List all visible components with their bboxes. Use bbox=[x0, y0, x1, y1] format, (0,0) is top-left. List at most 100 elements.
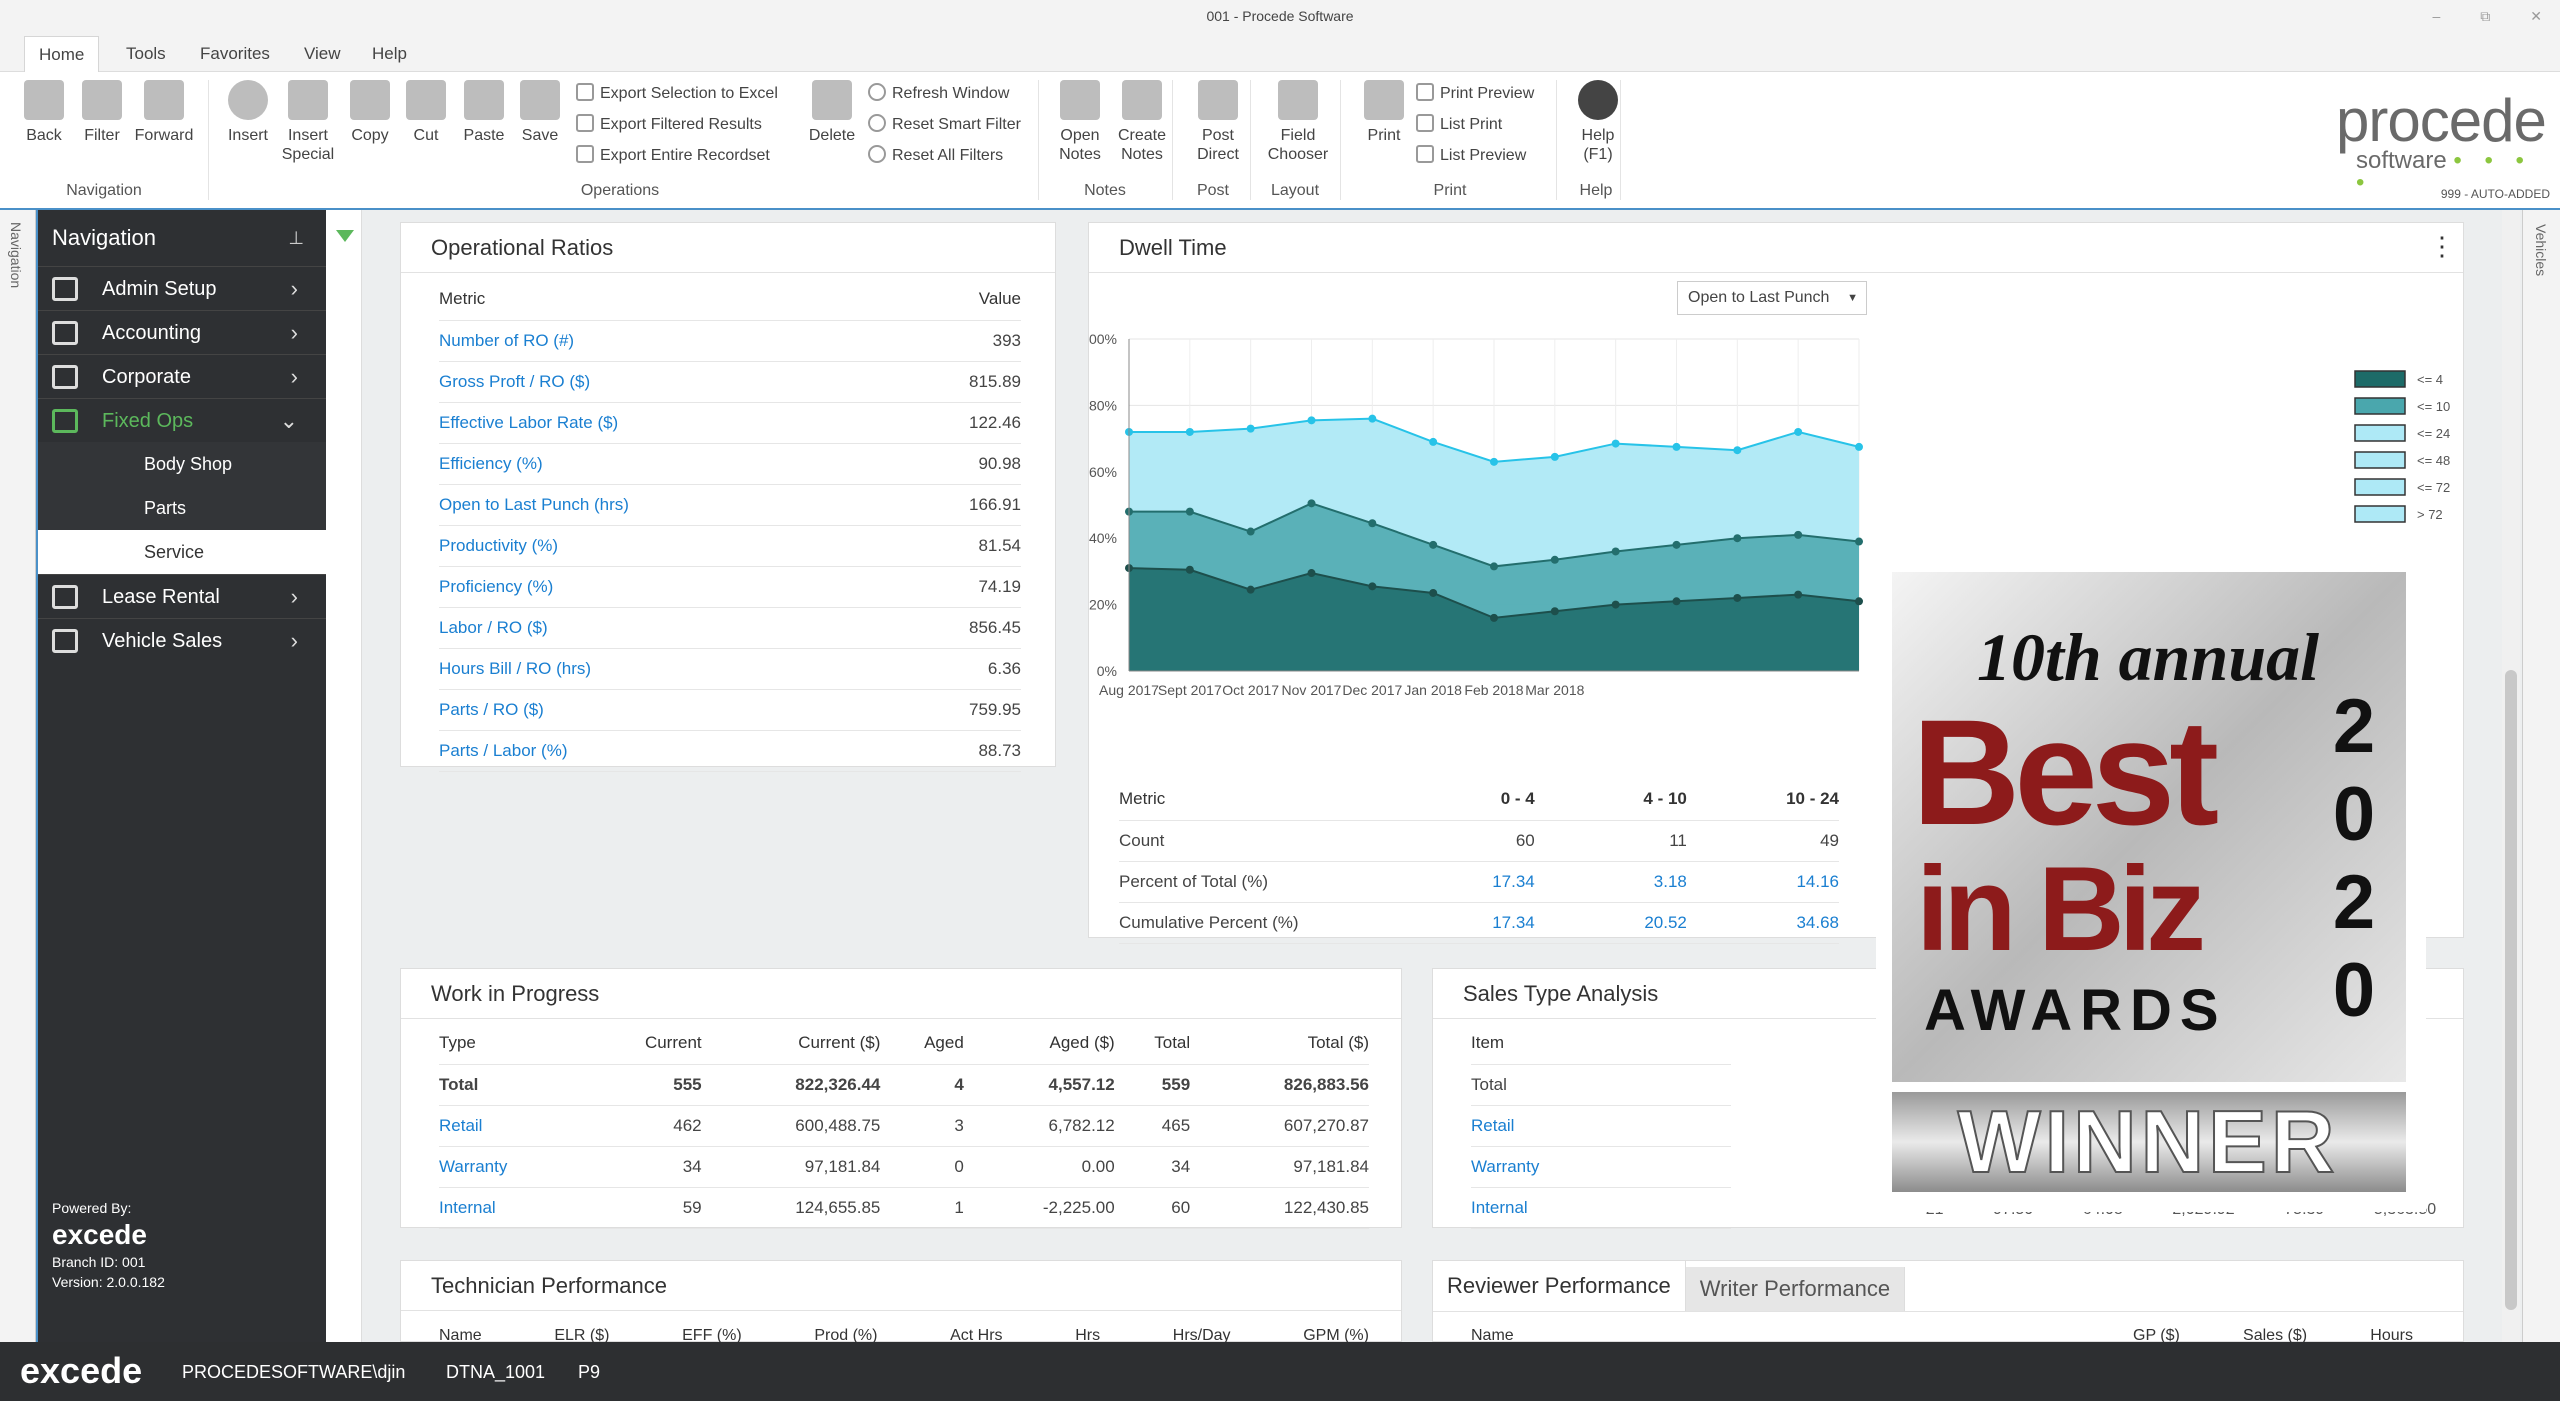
legend-label[interactable]: <= 48 bbox=[2417, 453, 2450, 468]
data-point[interactable] bbox=[1794, 427, 1803, 436]
nav-item-lease-rental[interactable]: Lease Rental › bbox=[38, 574, 326, 618]
filter-button[interactable]: Filter bbox=[78, 80, 126, 145]
data-point[interactable] bbox=[1307, 569, 1316, 578]
nav-item-vehicle-sales[interactable]: Vehicle Sales › bbox=[38, 618, 326, 662]
menu-home[interactable]: Home bbox=[24, 36, 100, 72]
menu-help[interactable]: Help bbox=[358, 36, 421, 72]
close-button[interactable]: ✕ bbox=[2530, 0, 2542, 32]
data-point[interactable] bbox=[1307, 499, 1316, 508]
main-scrollbar[interactable] bbox=[2502, 210, 2520, 1342]
data-point[interactable] bbox=[1550, 452, 1559, 461]
export-filtered-button[interactable]: Export Filtered Results bbox=[576, 111, 762, 139]
data-point[interactable] bbox=[1855, 442, 1863, 451]
reset-smart-filter-button[interactable]: Reset Smart Filter bbox=[868, 111, 1021, 139]
metric-link[interactable]: Hours Bill / RO (hrs) bbox=[439, 648, 896, 690]
data-point[interactable] bbox=[1185, 565, 1194, 574]
navigation-side-tab[interactable]: Navigation bbox=[0, 210, 36, 1342]
data-point[interactable] bbox=[1611, 439, 1620, 448]
restore-button[interactable]: ⧉ bbox=[2480, 0, 2490, 32]
legend-label[interactable]: <= 10 bbox=[2417, 399, 2450, 414]
metric-link[interactable]: Proficiency (%) bbox=[439, 566, 896, 608]
data-point[interactable] bbox=[1855, 537, 1863, 546]
data-point[interactable] bbox=[1672, 442, 1681, 451]
more-options-icon[interactable]: ⋮ bbox=[2429, 231, 2455, 262]
data-point[interactable] bbox=[1733, 446, 1742, 455]
data-point[interactable] bbox=[1550, 555, 1559, 564]
menu-view[interactable]: View bbox=[290, 36, 355, 72]
nav-item-accounting[interactable]: Accounting › bbox=[38, 310, 326, 354]
data-point[interactable] bbox=[1246, 424, 1255, 433]
export-recordset-button[interactable]: Export Entire Recordset bbox=[576, 142, 770, 170]
cell[interactable]: 17.34 bbox=[1382, 861, 1535, 903]
metric-link[interactable]: Labor / RO ($) bbox=[439, 607, 896, 649]
data-point[interactable] bbox=[1794, 590, 1803, 599]
data-point[interactable] bbox=[1490, 457, 1498, 466]
data-point[interactable] bbox=[1307, 416, 1316, 425]
nav-item-admin-setup[interactable]: Admin Setup › bbox=[38, 266, 326, 310]
export-selection-button[interactable]: Export Selection to Excel bbox=[576, 80, 778, 108]
data-point[interactable] bbox=[1672, 540, 1681, 549]
data-point[interactable] bbox=[1246, 527, 1255, 536]
row-label[interactable]: Warranty bbox=[1471, 1146, 1731, 1188]
metric-link[interactable]: Gross Proft / RO ($) bbox=[439, 361, 896, 403]
delete-button[interactable]: Delete bbox=[808, 80, 856, 145]
menu-tools[interactable]: Tools bbox=[112, 36, 180, 72]
save-button[interactable]: Save bbox=[516, 80, 564, 145]
data-point[interactable] bbox=[1794, 530, 1803, 539]
data-point[interactable] bbox=[1550, 607, 1559, 616]
metric-link[interactable]: Efficiency (%) bbox=[439, 443, 896, 485]
print-button[interactable]: Print bbox=[1360, 80, 1408, 145]
create-notes-button[interactable]: Create Notes bbox=[1118, 80, 1166, 164]
metric-link[interactable]: Open to Last Punch (hrs) bbox=[439, 484, 896, 526]
data-point[interactable] bbox=[1611, 547, 1620, 556]
list-print-button[interactable]: List Print bbox=[1416, 111, 1502, 139]
data-point[interactable] bbox=[1733, 593, 1742, 602]
tab-writer-performance[interactable]: Writer Performance bbox=[1685, 1267, 1906, 1311]
row-label[interactable]: Internal bbox=[1471, 1187, 1731, 1229]
vehicles-side-tab[interactable]: Vehicles bbox=[2522, 210, 2560, 1342]
filter-icon[interactable] bbox=[336, 230, 354, 242]
data-point[interactable] bbox=[1185, 427, 1194, 436]
metric-link[interactable]: Parts / Labor (%) bbox=[439, 730, 896, 772]
row-label[interactable]: Warranty bbox=[439, 1146, 583, 1188]
cell[interactable]: 17.34 bbox=[1382, 902, 1535, 944]
data-point[interactable] bbox=[1429, 540, 1438, 549]
cell[interactable]: 20.52 bbox=[1534, 902, 1687, 944]
print-preview-button[interactable]: Print Preview bbox=[1416, 80, 1534, 108]
cell[interactable]: 3.18 bbox=[1534, 861, 1687, 903]
forward-button[interactable]: Forward bbox=[135, 80, 193, 145]
reset-all-filters-button[interactable]: Reset All Filters bbox=[868, 142, 1003, 170]
data-point[interactable] bbox=[1429, 588, 1438, 597]
data-point[interactable] bbox=[1368, 519, 1377, 528]
row-label[interactable]: Internal bbox=[439, 1187, 583, 1229]
refresh-window-button[interactable]: Refresh Window bbox=[868, 80, 1009, 108]
open-notes-button[interactable]: Open Notes bbox=[1056, 80, 1104, 164]
nav-sub-parts[interactable]: Parts bbox=[38, 486, 326, 530]
data-point[interactable] bbox=[1185, 507, 1194, 516]
legend-label[interactable]: <= 72 bbox=[2417, 480, 2450, 495]
post-direct-button[interactable]: Post Direct bbox=[1194, 80, 1242, 164]
minimize-button[interactable]: – bbox=[2432, 0, 2440, 32]
data-point[interactable] bbox=[1368, 582, 1377, 591]
metric-link[interactable]: Effective Labor Rate ($) bbox=[439, 402, 896, 444]
tab-reviewer-performance[interactable]: Reviewer Performance bbox=[1433, 1261, 1686, 1311]
row-label[interactable]: Retail bbox=[1471, 1105, 1731, 1147]
data-point[interactable] bbox=[1429, 437, 1438, 446]
data-point[interactable] bbox=[1490, 562, 1498, 571]
data-point[interactable] bbox=[1733, 534, 1742, 543]
list-preview-button[interactable]: List Preview bbox=[1416, 142, 1526, 170]
data-point[interactable] bbox=[1611, 600, 1620, 609]
data-point[interactable] bbox=[1246, 585, 1255, 594]
legend-label[interactable]: <= 4 bbox=[2417, 372, 2443, 387]
data-point[interactable] bbox=[1368, 414, 1377, 423]
scrollbar-thumb[interactable] bbox=[2505, 670, 2517, 1310]
menu-favorites[interactable]: Favorites bbox=[186, 36, 284, 72]
row-label[interactable]: Retail bbox=[439, 1105, 583, 1147]
data-point[interactable] bbox=[1672, 597, 1681, 606]
legend-label[interactable]: <= 24 bbox=[2417, 426, 2450, 441]
cell[interactable]: 14.16 bbox=[1686, 861, 1839, 903]
metric-link[interactable]: Productivity (%) bbox=[439, 525, 896, 567]
field-chooser-button[interactable]: Field Chooser bbox=[1268, 80, 1328, 164]
data-point[interactable] bbox=[1490, 613, 1498, 622]
nav-sub-service[interactable]: Service bbox=[38, 530, 326, 574]
